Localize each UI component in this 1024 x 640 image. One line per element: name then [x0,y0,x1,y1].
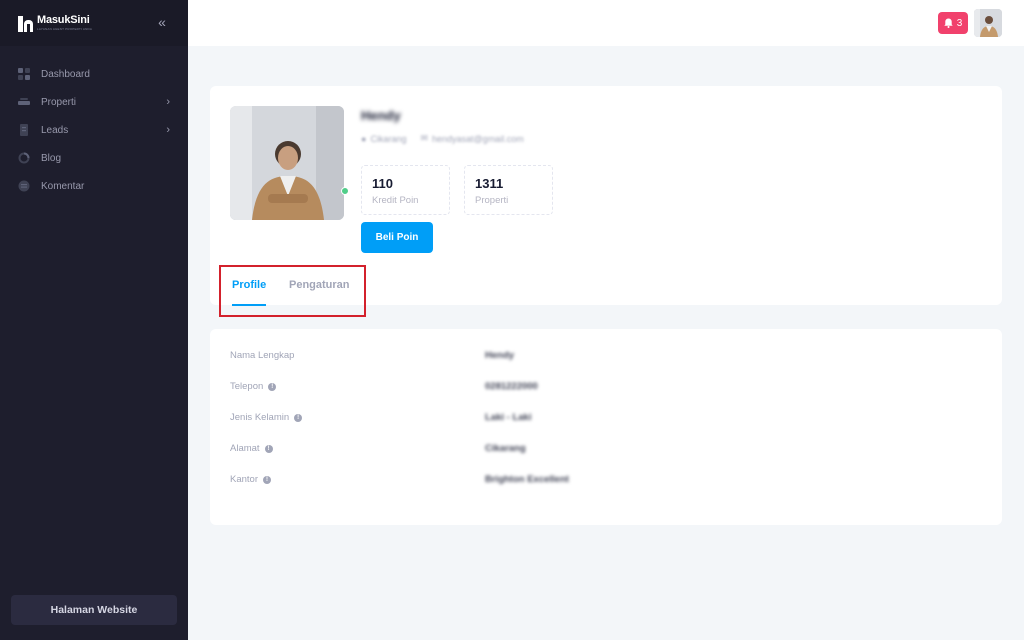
detail-label-text: Alamat [230,443,260,454]
profile-email: ✉ hendyasat@gmail.com [420,133,523,144]
mail-icon: ✉ [420,133,429,143]
detail-row-office: Kantor! Brighton Excellent [230,474,982,488]
detail-value: Hendy [485,350,515,361]
location-pin-icon: ● [361,133,367,144]
notification-button[interactable]: 3 [938,12,968,34]
sidebar: MasukSini LAYANAN AGENT PROPERTI ANDA « … [0,0,188,640]
comment-icon [18,180,30,192]
detail-label: Jenis Kelamin! [230,412,303,423]
chevron-right-icon: › [166,96,170,108]
stat-label: Properti [475,195,509,206]
profile-name: Hendy [361,108,401,123]
profile-location-text: Cikarang [370,133,407,144]
logo-tagline: LAYANAN AGENT PROPERTI ANDA [37,27,93,31]
info-icon[interactable]: ! [263,475,271,484]
notification-count: 3 [956,17,963,29]
sidebar-menu: Dashboard Properti › Leads › Blog Koment… [0,60,188,200]
user-avatar[interactable] [974,9,1002,37]
detail-value: Laki - Laki [485,412,532,423]
buy-points-button[interactable]: Beli Poin [361,222,433,253]
tab-profile[interactable]: Profile [232,279,267,306]
detail-row-gender: Jenis Kelamin! Laki - Laki [230,412,982,426]
logo-name: MasukSini [37,14,90,26]
bell-icon [944,18,953,28]
dashboard-icon [18,68,30,80]
stat-credit-points: 110 Kredit Poin [361,165,450,215]
profile-card: Hendy ● Cikarang ✉ hendyasat@gmail.com 110… [210,86,1002,317]
sidebar-item-label: Komentar [41,180,85,192]
property-icon [18,96,30,108]
sidebar-item-komentar[interactable]: Komentar [0,172,188,200]
sidebar-item-dashboard[interactable]: Dashboard [0,60,188,88]
stat-value: 110 [372,176,393,191]
detail-row-phone: Telepon! 0281222000 [230,381,982,395]
online-status-dot [341,187,349,195]
detail-label-text: Jenis Kelamin [230,412,290,423]
stat-value: 1311 [475,176,504,191]
detail-value: 0281222000 [485,381,538,392]
profile-email-text: hendyasat@gmail.com [432,133,524,144]
detail-row-full-name: Nama Lengkap Hendy [230,350,982,364]
detail-label: Alamat! [230,443,273,454]
detail-label: Nama Lengkap [230,350,294,361]
detail-label: Kantor! [230,474,271,485]
profile-tabs-highlight: Profile Pengaturan [219,265,366,317]
detail-row-address: Alamat! Cikarang [230,443,982,457]
website-page-button[interactable]: Halaman Website [11,595,177,625]
tab-settings[interactable]: Pengaturan [289,279,350,291]
info-icon[interactable]: ! [294,413,303,422]
info-icon[interactable]: ! [268,382,277,391]
detail-label-text: Nama Lengkap [230,350,295,361]
info-icon[interactable]: ! [264,444,273,453]
sidebar-item-label: Properti [41,96,77,108]
sidebar-item-label: Dashboard [41,68,90,80]
leads-icon [18,124,30,136]
detail-label-text: Kantor [230,474,258,485]
profile-meta: ● Cikarang ✉ hendyasat@gmail.com [361,133,524,144]
profile-location: ● Cikarang [361,133,406,144]
sidebar-item-properti[interactable]: Properti › [0,88,188,116]
detail-value: Cikarang [485,443,526,454]
sidebar-collapse-icon[interactable]: « [154,14,170,30]
sidebar-item-label: Leads [41,124,69,136]
blog-icon [18,152,30,164]
chevron-right-icon: › [166,124,170,136]
detail-label-text: Telepon [230,381,264,392]
stat-properties: 1311 Properti [464,165,553,215]
sidebar-item-blog[interactable]: Blog [0,144,188,172]
profile-photo [230,106,344,220]
logo-icon [18,14,34,32]
detail-value: Brighton Excellent [485,474,569,485]
logo-text: MasukSini LAYANAN AGENT PROPERTI ANDA [37,15,92,31]
stat-label: Kredit Poin [372,195,419,206]
top-header: 3 [188,0,1024,46]
sidebar-item-leads[interactable]: Leads › [0,116,188,144]
detail-label: Telepon! [230,381,277,392]
sidebar-item-label: Blog [41,152,62,164]
profile-details-card: Nama Lengkap Hendy Telepon! 0281222000 J… [210,329,1002,525]
